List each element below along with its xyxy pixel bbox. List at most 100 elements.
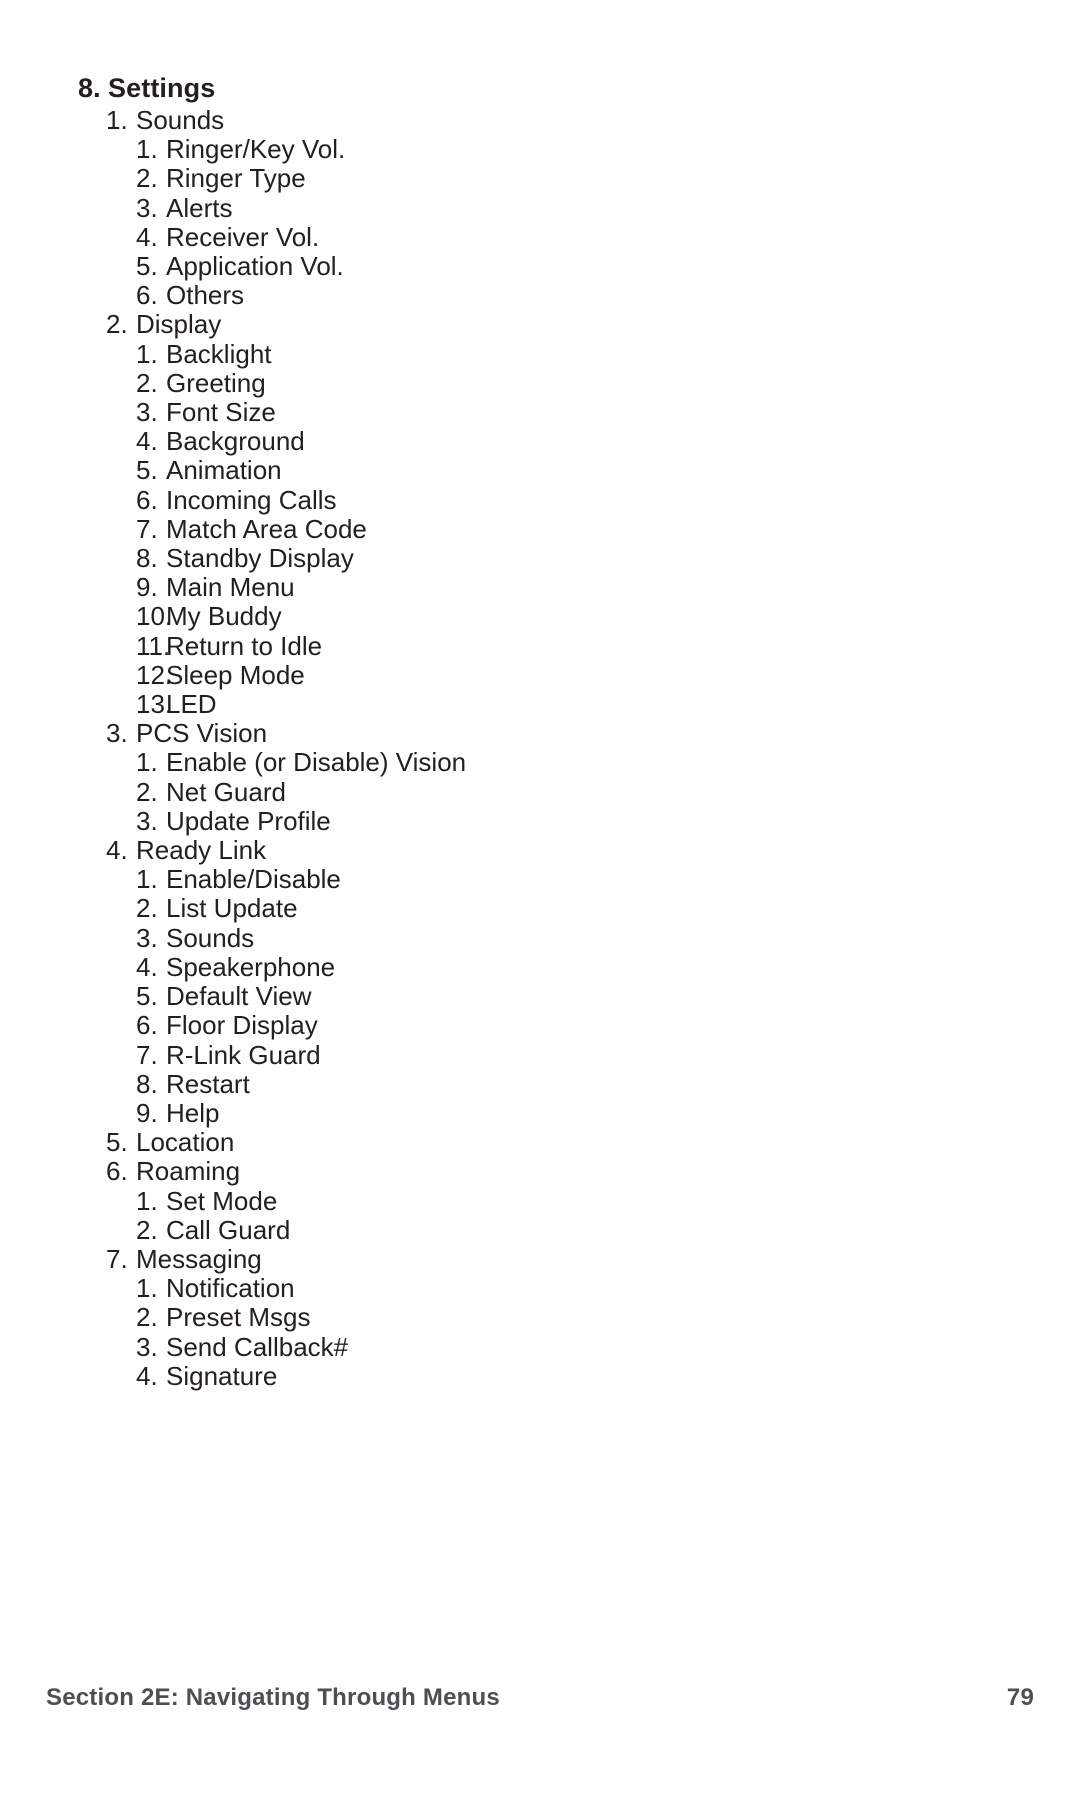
outline-item-label: Others bbox=[166, 280, 245, 311]
outline-item: 4. Receiver Vol. bbox=[78, 221, 1002, 252]
outline-item-label: Standby Display bbox=[166, 543, 354, 574]
outline-item-number: 3. bbox=[136, 1331, 158, 1362]
outline-item: 2. Greeting bbox=[78, 367, 1002, 398]
outline-item-label: Help bbox=[166, 1097, 220, 1128]
outline-item-number: 3. bbox=[136, 192, 158, 223]
outline-item-number: 1. bbox=[136, 1273, 158, 1304]
outline-item-number: 2. bbox=[136, 776, 158, 807]
outline-item: 4. Signature bbox=[78, 1360, 1002, 1391]
outline-item: 5. Application Vol. bbox=[78, 251, 1002, 282]
outline-item-number: 1. bbox=[136, 338, 158, 369]
outline-item: 3. Alerts bbox=[78, 192, 1002, 223]
outline-item-label: Roaming bbox=[136, 1156, 241, 1187]
outline-item-label: Display bbox=[136, 309, 222, 340]
outline-item-label: Location bbox=[136, 1127, 235, 1158]
outline-item-number: 6. bbox=[136, 1010, 158, 1041]
footer-page-number: 79 bbox=[1006, 1684, 1034, 1711]
outline-item-label: Set Mode bbox=[166, 1185, 278, 1216]
outline-item: 10. My Buddy bbox=[78, 602, 1002, 631]
outline-item: 1. Sounds bbox=[78, 105, 1002, 135]
outline-item-number: 10. bbox=[136, 601, 173, 632]
outline-item-number: 2. bbox=[136, 1214, 158, 1245]
outline-item: 1. Set Mode bbox=[78, 1185, 1002, 1216]
outline-item: 9. Main Menu bbox=[78, 573, 1002, 602]
outline-item: 1. Ringer/Key Vol. bbox=[78, 135, 1002, 164]
outline-item: 6. Incoming Calls bbox=[78, 484, 1002, 515]
outline-item-number: 1. bbox=[106, 105, 128, 135]
outline-item-number: 7. bbox=[136, 513, 158, 544]
outline-item: 2. List Update bbox=[78, 894, 1002, 923]
outline-item-number: 3. bbox=[136, 922, 158, 953]
outline-item: 3. PCS Vision bbox=[78, 719, 1002, 748]
page-footer: Section 2E: Navigating Through Menus 79 bbox=[46, 1684, 1034, 1712]
outline-item-label: Notification bbox=[166, 1273, 295, 1304]
document-page: 8. Settings 1. Sounds 1. Ringer/Key Vol. 2. R… bbox=[0, 0, 1080, 1800]
outline-item: 3. Update Profile bbox=[78, 805, 1002, 836]
outline-item-label: Send Callback# bbox=[166, 1331, 349, 1362]
outline-item-number: 5. bbox=[136, 981, 158, 1012]
outline-item: 2. Ringer Type bbox=[78, 164, 1002, 193]
outline-item: 5. Default View bbox=[78, 981, 1002, 1012]
outline-item-label: Return to Idle bbox=[166, 630, 323, 661]
outline-item-label: Floor Display bbox=[166, 1010, 318, 1041]
outline-item-label: Backlight bbox=[166, 338, 272, 369]
outline-item-label: Messaging bbox=[136, 1243, 262, 1274]
outline-item: 1. Enable/Disable bbox=[78, 865, 1002, 894]
outline-item: 7. Messaging bbox=[78, 1243, 1002, 1274]
outline-item: 4. Speakerphone bbox=[78, 952, 1002, 982]
outline-item-number: 5. bbox=[106, 1127, 128, 1158]
outline-item-label: Sounds bbox=[166, 922, 255, 953]
outline-item-label: LED bbox=[166, 689, 217, 720]
outline-item-number: 2. bbox=[136, 367, 158, 398]
outline-item-label: Main Menu bbox=[166, 572, 295, 603]
outline-item-number: 7. bbox=[136, 1039, 158, 1070]
outline-item-number: 8. bbox=[136, 543, 158, 574]
outline-item: 1. Backlight bbox=[78, 338, 1002, 369]
outline-item-number: 12. bbox=[136, 659, 173, 690]
outline-item: 7. Match Area Code bbox=[78, 513, 1002, 544]
outline-item: 4. Background bbox=[78, 427, 1002, 456]
outline-item: 9. Help bbox=[78, 1097, 1002, 1128]
outline-item-label: My Buddy bbox=[166, 601, 282, 632]
outline-item-number: 2. bbox=[136, 1302, 158, 1333]
outline-list: 1. Sounds 1. Ringer/Key Vol. 2. Ringer Type 3.… bbox=[78, 105, 1002, 1391]
outline-item: 2. Call Guard bbox=[78, 1214, 1002, 1245]
outline-item-number: 3. bbox=[106, 718, 128, 749]
outline-item-number: 9. bbox=[136, 572, 158, 603]
outline-item-number: 1. bbox=[136, 864, 158, 895]
outline-item: 5. Location bbox=[78, 1127, 1002, 1158]
outline-item-label: PCS Vision bbox=[136, 718, 268, 749]
outline-item-label: Application Vol. bbox=[166, 251, 344, 282]
outline-item-label: Net Guard bbox=[166, 776, 286, 807]
outline-item-label: Sounds bbox=[136, 105, 225, 135]
outline-item-label: R-Link Guard bbox=[166, 1039, 321, 1070]
outline-item-label: Preset Msgs bbox=[166, 1302, 311, 1333]
outline-item: 2. Net Guard bbox=[78, 776, 1002, 807]
outline-item: 6. Floor Display bbox=[78, 1011, 1002, 1040]
outline-item-number: 2. bbox=[106, 309, 128, 340]
outline-item-number: 1. bbox=[136, 1185, 158, 1216]
outline-item-label: Ringer Type bbox=[166, 163, 306, 194]
outline-item-label: Font Size bbox=[166, 397, 276, 428]
outline-item-number: 4. bbox=[136, 1360, 158, 1391]
outline-item: 6. Roaming bbox=[78, 1157, 1002, 1186]
outline-item-label: Animation bbox=[166, 455, 282, 486]
outline-item-number: 13. bbox=[136, 689, 173, 720]
footer-section-title: Section 2E: Navigating Through Menus bbox=[46, 1684, 500, 1711]
outline-item-number: 3. bbox=[136, 805, 158, 836]
outline-item-label: Sleep Mode bbox=[166, 659, 305, 690]
outline-item: 3. Font Size bbox=[78, 397, 1002, 428]
outline-item-label: Receiver Vol. bbox=[166, 221, 320, 252]
outline-item-number: 7. bbox=[106, 1243, 128, 1274]
outline-heading-number: 8. bbox=[78, 73, 101, 103]
outline-item-label: Restart bbox=[166, 1068, 250, 1099]
outline-item-number: 8. bbox=[136, 1068, 158, 1099]
outline-item-label: Alerts bbox=[166, 192, 233, 223]
outline-item-number: 1. bbox=[136, 747, 158, 778]
outline-item: 1. Notification bbox=[78, 1273, 1002, 1304]
outline-item-label: Incoming Calls bbox=[166, 484, 337, 515]
outline-item-label: Ready Link bbox=[136, 835, 267, 866]
outline-item-label: Ringer/Key Vol. bbox=[166, 134, 346, 165]
outline-item: 3. Sounds bbox=[78, 922, 1002, 953]
outline-heading-label: Settings bbox=[108, 73, 216, 103]
